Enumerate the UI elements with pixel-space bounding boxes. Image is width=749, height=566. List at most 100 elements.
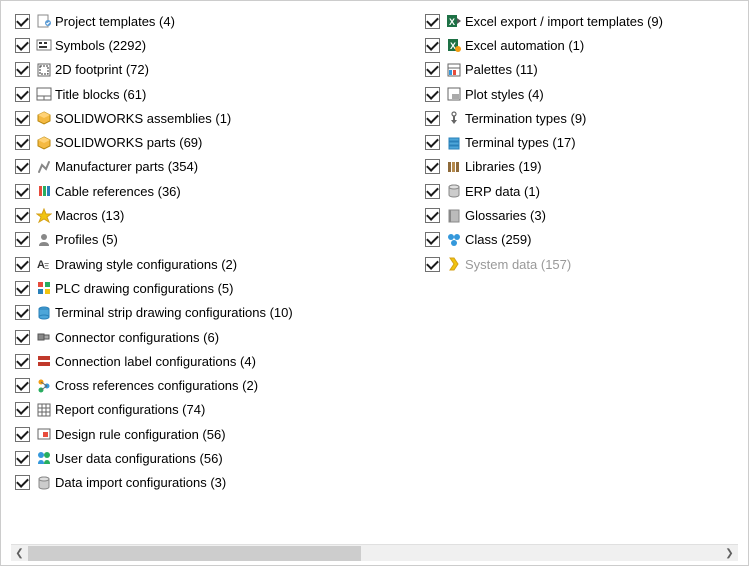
user-data-icon: [36, 450, 52, 466]
checkbox[interactable]: [425, 232, 440, 247]
item-label: SOLIDWORKS assemblies (1): [55, 111, 231, 126]
checkbox[interactable]: [425, 14, 440, 29]
checkbox[interactable]: [425, 159, 440, 174]
checkbox[interactable]: [15, 354, 30, 369]
list-item[interactable]: User data configurations (56): [15, 446, 425, 470]
checkbox[interactable]: [15, 14, 30, 29]
svg-text:X: X: [449, 17, 455, 27]
list-item[interactable]: Plot styles (4): [425, 82, 744, 106]
list-item[interactable]: Manufacturer parts (354): [15, 155, 425, 179]
symbols-icon: [36, 37, 52, 53]
list-item[interactable]: Connector configurations (6): [15, 325, 425, 349]
list-item[interactable]: Class (259): [425, 228, 744, 252]
checkbox[interactable]: [425, 135, 440, 150]
list-item[interactable]: Title blocks (61): [15, 82, 425, 106]
checkbox[interactable]: [15, 402, 30, 417]
scroll-thumb[interactable]: [28, 546, 361, 561]
config-list-panel: Project templates (4) Symbols (2292) 2D fo…: [0, 0, 749, 566]
list-item[interactable]: Design rule configuration (56): [15, 422, 425, 446]
checkbox[interactable]: [15, 451, 30, 466]
list-item[interactable]: Data import configurations (3): [15, 471, 425, 495]
drawing-style-icon: AΞ: [36, 256, 52, 272]
design-rule-icon: [36, 426, 52, 442]
list-item[interactable]: XExcel automation (1): [425, 33, 744, 57]
excel-auto-icon: X: [446, 37, 462, 53]
checkbox[interactable]: [15, 184, 30, 199]
item-label: Data import configurations (3): [55, 475, 226, 490]
checkbox[interactable]: [15, 281, 30, 296]
checkbox[interactable]: [15, 232, 30, 247]
excel-export-icon: X: [446, 13, 462, 29]
checkbox[interactable]: [425, 257, 440, 272]
item-label: Terminal strip drawing configurations (1…: [55, 305, 293, 320]
item-label: Cable references (36): [55, 184, 181, 199]
list-item[interactable]: Terminal strip drawing configurations (1…: [15, 301, 425, 325]
checkbox[interactable]: [425, 184, 440, 199]
list-item[interactable]: Macros (13): [15, 203, 425, 227]
item-label: Report configurations (74): [55, 402, 205, 417]
data-import-icon: [36, 475, 52, 491]
checkbox[interactable]: [15, 475, 30, 490]
horizontal-scrollbar[interactable]: ❮ ❯: [11, 544, 738, 561]
list-item[interactable]: System data (157): [425, 252, 744, 276]
checkbox[interactable]: [15, 257, 30, 272]
system-data-icon: [446, 256, 462, 272]
item-label: Connection label configurations (4): [55, 354, 256, 369]
checkbox[interactable]: [15, 305, 30, 320]
list-item[interactable]: Glossaries (3): [425, 203, 744, 227]
list-item[interactable]: Palettes (11): [425, 58, 744, 82]
checkbox[interactable]: [425, 62, 440, 77]
list-item[interactable]: 2D footprint (72): [15, 58, 425, 82]
checkbox[interactable]: [425, 87, 440, 102]
list-item[interactable]: Symbols (2292): [15, 33, 425, 57]
checkbox[interactable]: [425, 111, 440, 126]
scroll-right-button[interactable]: ❯: [721, 545, 738, 562]
checkbox[interactable]: [15, 62, 30, 77]
scroll-track[interactable]: [28, 545, 721, 561]
list-item[interactable]: PLC drawing configurations (5): [15, 276, 425, 300]
list-item[interactable]: AΞDrawing style configurations (2): [15, 252, 425, 276]
checkbox[interactable]: [15, 111, 30, 126]
item-label: SOLIDWORKS parts (69): [55, 135, 202, 150]
list-item[interactable]: SOLIDWORKS parts (69): [15, 130, 425, 154]
checkbox[interactable]: [15, 38, 30, 53]
project-template-icon: [36, 13, 52, 29]
checkbox[interactable]: [15, 330, 30, 345]
checkbox[interactable]: [425, 38, 440, 53]
scroll-left-button[interactable]: ❮: [11, 545, 28, 562]
list-item[interactable]: Profiles (5): [15, 228, 425, 252]
list-item[interactable]: Report configurations (74): [15, 398, 425, 422]
item-label: Design rule configuration (56): [55, 427, 226, 442]
list-item[interactable]: Cross references configurations (2): [15, 373, 425, 397]
item-label: Terminal types (17): [465, 135, 576, 150]
checkbox[interactable]: [15, 87, 30, 102]
item-label: Libraries (19): [465, 159, 542, 174]
glossary-icon: [446, 208, 462, 224]
right-column: XExcel export / import templates (9)XExc…: [425, 9, 744, 541]
list-item[interactable]: Project templates (4): [15, 9, 425, 33]
item-label: Symbols (2292): [55, 38, 146, 53]
checkbox[interactable]: [15, 208, 30, 223]
checkbox[interactable]: [15, 159, 30, 174]
list-item[interactable]: XExcel export / import templates (9): [425, 9, 744, 33]
list-item[interactable]: Libraries (19): [425, 155, 744, 179]
list-item[interactable]: Cable references (36): [15, 179, 425, 203]
list-item[interactable]: Connection label configurations (4): [15, 349, 425, 373]
checkbox[interactable]: [15, 427, 30, 442]
checkbox[interactable]: [15, 378, 30, 393]
checkbox[interactable]: [15, 135, 30, 150]
report-icon: [36, 402, 52, 418]
item-label: PLC drawing configurations (5): [55, 281, 233, 296]
list-item[interactable]: SOLIDWORKS assemblies (1): [15, 106, 425, 130]
plot-style-icon: [446, 86, 462, 102]
manufacturer-icon: [36, 159, 52, 175]
cross-ref-icon: [36, 378, 52, 394]
item-label: Palettes (11): [465, 62, 538, 77]
item-label: Profiles (5): [55, 232, 118, 247]
cable-icon: [36, 183, 52, 199]
item-label: 2D footprint (72): [55, 62, 149, 77]
list-item[interactable]: Termination types (9): [425, 106, 744, 130]
checkbox[interactable]: [425, 208, 440, 223]
list-item[interactable]: ERP data (1): [425, 179, 744, 203]
list-item[interactable]: Terminal types (17): [425, 130, 744, 154]
